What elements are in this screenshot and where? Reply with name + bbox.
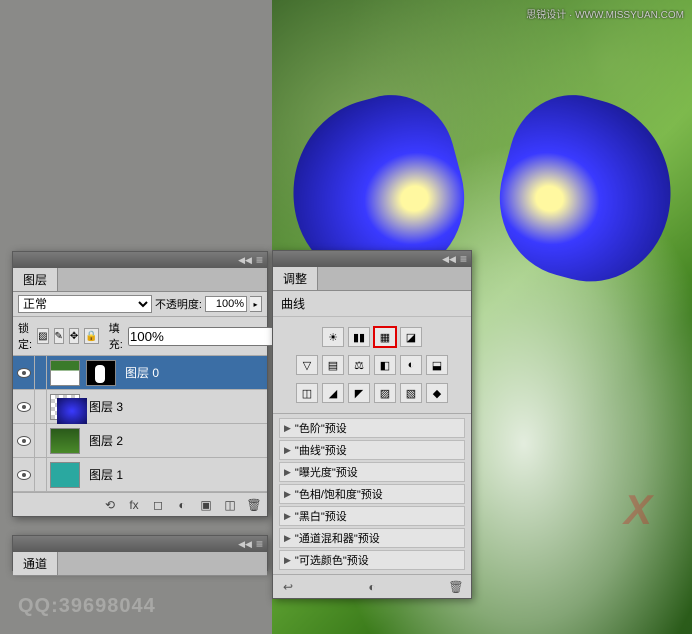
- panel-menu-icon[interactable]: ≡: [460, 252, 467, 266]
- preset-curves[interactable]: ▶"曲线"预设: [279, 440, 465, 460]
- expand-icon: ▶: [284, 489, 291, 500]
- panel-header[interactable]: ◀◀ ≡: [13, 536, 267, 552]
- lock-position-icon[interactable]: ✥: [69, 328, 79, 344]
- threshold-icon[interactable]: ◤: [348, 383, 370, 403]
- adjustment-type-label: 曲线: [273, 291, 471, 317]
- expand-icon: ▶: [284, 555, 291, 566]
- invert-icon[interactable]: ◫: [296, 383, 318, 403]
- collapse-icon[interactable]: ◀◀: [442, 254, 456, 265]
- clip-to-layer-icon[interactable]: ◐: [363, 578, 381, 596]
- fill-label: 填充:: [109, 320, 123, 352]
- tab-channels[interactable]: 通道: [13, 552, 58, 575]
- visibility-icon[interactable]: [17, 402, 31, 412]
- link-layers-icon[interactable]: ⟲: [101, 496, 119, 514]
- layer-row-0[interactable]: 图层 0: [13, 356, 267, 390]
- layer-name[interactable]: 图层 3: [89, 398, 123, 415]
- photo-filter-icon[interactable]: ◐: [400, 355, 422, 375]
- preset-hue-saturation[interactable]: ▶"色相/饱和度"预设: [279, 484, 465, 504]
- blend-opacity-row: 正常 不透明度: ▸: [13, 292, 267, 317]
- black-white-icon[interactable]: ◧: [374, 355, 396, 375]
- expand-icon: ▶: [284, 423, 291, 434]
- layer-thumbnail[interactable]: [50, 360, 80, 386]
- layer-row-3[interactable]: 图层 1: [13, 458, 267, 492]
- opacity-dropdown-icon[interactable]: ▸: [250, 296, 262, 312]
- lock-fill-row: 锁定: ▨ ✎ ✥ 🔒 填充: ▸: [13, 317, 267, 356]
- vibrance-icon[interactable]: ▽: [296, 355, 318, 375]
- lock-transparent-icon[interactable]: ▨: [37, 328, 48, 344]
- adjustments-panel: ◀◀ ≡ 调整 曲线 ☀ ▮▮ ▦ ◪ ▽ ▤ ⚖ ◧ ◐ ⬓ ◫ ◢ ◤ ▨ …: [272, 250, 472, 599]
- watermark-x: X: [624, 486, 652, 534]
- layer-style-icon[interactable]: fx: [125, 496, 143, 514]
- layers-panel: ◀◀ ≡ 图层 正常 不透明度: ▸ 锁定: ▨ ✎ ✥ 🔒 填充: ▸ 图层 …: [12, 251, 268, 517]
- return-to-adjustment-icon[interactable]: ↩: [279, 578, 297, 596]
- tab-adjustments[interactable]: 调整: [273, 267, 318, 290]
- qq-watermark: QQ:39698044: [18, 595, 156, 618]
- expand-icon: ▶: [284, 445, 291, 456]
- collapse-icon[interactable]: ◀◀: [238, 255, 252, 266]
- visibility-icon[interactable]: [17, 470, 31, 480]
- preset-black-white[interactable]: ▶"黑白"预设: [279, 506, 465, 526]
- watermark-top: 思锐设计 · WWW.MISSYUAN.COM: [526, 6, 684, 21]
- panel-header[interactable]: ◀◀ ≡: [13, 252, 267, 268]
- channel-mixer-icon[interactable]: ⬓: [426, 355, 448, 375]
- visibility-icon[interactable]: [17, 436, 31, 446]
- layer-mask-thumbnail[interactable]: [86, 360, 116, 386]
- layer-group-icon[interactable]: ▣: [197, 496, 215, 514]
- panel-header[interactable]: ◀◀ ≡: [273, 251, 471, 267]
- selective-color-icon[interactable]: ▧: [400, 383, 422, 403]
- preset-list: ▶"色阶"预设 ▶"曲线"预设 ▶"曝光度"预设 ▶"色相/饱和度"预设 ▶"黑…: [273, 413, 471, 574]
- expand-icon: ▶: [284, 533, 291, 544]
- exposure-icon[interactable]: ◪: [400, 327, 422, 347]
- opacity-label: 不透明度:: [155, 296, 202, 312]
- layer-mask-icon[interactable]: ◻: [149, 496, 167, 514]
- expand-icon: ▶: [284, 467, 291, 478]
- preset-selective-color[interactable]: ▶"可选颜色"预设: [279, 550, 465, 570]
- layer-row-1[interactable]: 图层 3: [13, 390, 267, 424]
- layer-list: 图层 0 图层 3 图层 2 图层 1: [13, 356, 267, 492]
- extra-adjust-icon[interactable]: ◆: [426, 383, 448, 403]
- delete-adjustment-icon[interactable]: 🗑: [447, 578, 465, 596]
- new-layer-icon[interactable]: ◫: [221, 496, 239, 514]
- gradient-map-icon[interactable]: ▨: [374, 383, 396, 403]
- adjustment-layer-icon[interactable]: ◐: [173, 496, 191, 514]
- preset-channel-mixer[interactable]: ▶"通道混和器"预设: [279, 528, 465, 548]
- posterize-icon[interactable]: ◢: [322, 383, 344, 403]
- expand-icon: ▶: [284, 511, 291, 522]
- brightness-contrast-icon[interactable]: ☀: [322, 327, 344, 347]
- layer-row-2[interactable]: 图层 2: [13, 424, 267, 458]
- channels-panel: ◀◀ ≡ 通道: [12, 535, 268, 571]
- preset-exposure[interactable]: ▶"曝光度"预设: [279, 462, 465, 482]
- opacity-input[interactable]: [205, 296, 247, 312]
- panel-menu-icon[interactable]: ≡: [256, 537, 263, 551]
- panel-tabs: 图层: [13, 268, 267, 292]
- curves-icon[interactable]: ▦: [374, 327, 396, 347]
- layer-name[interactable]: 图层 0: [125, 364, 159, 381]
- layer-name[interactable]: 图层 1: [89, 466, 123, 483]
- levels-icon[interactable]: ▮▮: [348, 327, 370, 347]
- adjustments-footer: ↩ ◐ 🗑: [273, 574, 471, 598]
- layer-thumbnail[interactable]: [50, 462, 80, 488]
- delete-layer-icon[interactable]: 🗑: [245, 496, 263, 514]
- color-balance-icon[interactable]: ⚖: [348, 355, 370, 375]
- layer-name[interactable]: 图层 2: [89, 432, 123, 449]
- blend-mode-select[interactable]: 正常: [18, 295, 152, 313]
- tab-layers[interactable]: 图层: [13, 268, 58, 291]
- lock-label: 锁定:: [18, 320, 32, 352]
- collapse-icon[interactable]: ◀◀: [238, 539, 252, 550]
- layer-thumbnail[interactable]: [50, 428, 80, 454]
- visibility-icon[interactable]: [17, 368, 31, 378]
- lock-all-icon[interactable]: 🔒: [84, 328, 98, 344]
- preset-levels[interactable]: ▶"色阶"预设: [279, 418, 465, 438]
- lock-paint-icon[interactable]: ✎: [54, 328, 64, 344]
- hue-saturation-icon[interactable]: ▤: [322, 355, 344, 375]
- panel-menu-icon[interactable]: ≡: [256, 253, 263, 267]
- adjustment-icons: ☀ ▮▮ ▦ ◪ ▽ ▤ ⚖ ◧ ◐ ⬓ ◫ ◢ ◤ ▨ ▧ ◆: [273, 317, 471, 413]
- layer-thumbnail[interactable]: [50, 394, 80, 420]
- layers-footer: ⟲ fx ◻ ◐ ▣ ◫ 🗑: [13, 492, 267, 516]
